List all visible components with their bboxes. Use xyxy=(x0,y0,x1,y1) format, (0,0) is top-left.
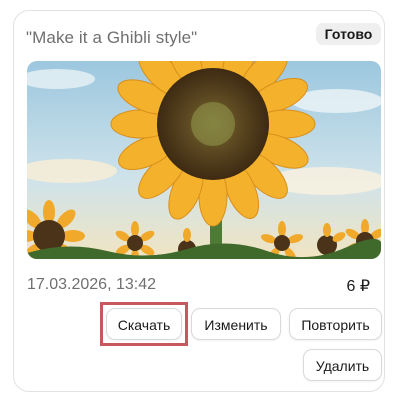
sunflower-image xyxy=(27,61,381,259)
repeat-button[interactable]: Повторить xyxy=(289,308,382,340)
delete-button[interactable]: Удалить xyxy=(303,349,382,381)
generated-image[interactable] xyxy=(27,61,381,259)
created-date: 17.03.2026, 13:42 xyxy=(27,276,157,293)
price-label: 6 ₽ xyxy=(346,278,370,295)
edit-button[interactable]: Изменить xyxy=(191,308,281,340)
status-badge: Готово xyxy=(316,23,381,45)
prompt-text: "Make it a Ghibli style" xyxy=(26,28,198,47)
download-button[interactable]: Скачать xyxy=(106,308,182,340)
